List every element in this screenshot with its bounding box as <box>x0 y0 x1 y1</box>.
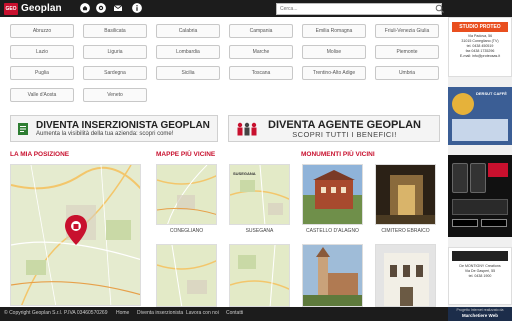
region-button[interactable]: Lombardia <box>156 45 220 59</box>
ad-montigny[interactable]: De MONTIGNY Creations Via De Gasperi, 55… <box>448 247 512 305</box>
monument-thumbnail[interactable] <box>302 164 363 225</box>
logo-text: Geoplan <box>21 3 62 14</box>
footer-link-home[interactable]: Home <box>116 310 129 316</box>
document-icon <box>18 122 28 135</box>
map-caption[interactable]: CONEGLIANO <box>156 227 217 235</box>
monument-thumbnail[interactable] <box>302 244 363 307</box>
region-button[interactable]: Campania <box>229 24 293 38</box>
banner-title: DIVENTA INSERZIONISTA GEOPLAN <box>36 119 210 131</box>
banner-subtitle: Aumenta la visibilità della tua azienda:… <box>36 130 174 137</box>
map-thumbnail[interactable] <box>229 244 290 307</box>
map-thumbnail[interactable] <box>156 164 217 225</box>
map-image <box>157 245 216 306</box>
region-button[interactable]: Emilia Romagna <box>302 24 366 38</box>
logo[interactable]: GEO Geoplan <box>4 2 62 15</box>
banner-subtitle: SCOPRI TUTTI I BENEFICI! <box>292 130 397 139</box>
monument-image <box>376 245 435 306</box>
map-thumbnail[interactable]: SUSEGANA <box>229 164 290 225</box>
region-button[interactable]: Puglia <box>10 66 74 80</box>
footer-link-advertise[interactable]: Diventa inserzionista <box>137 310 183 316</box>
ad-brand: Marchetiere Web <box>462 313 498 318</box>
region-button[interactable]: Liguria <box>83 45 147 59</box>
map-thumbnail[interactable] <box>156 244 217 307</box>
logo-icon: GEO <box>4 2 18 15</box>
app-store-badge[interactable] <box>452 219 478 227</box>
people-icon <box>237 122 257 135</box>
play-store-badge[interactable] <box>481 219 507 227</box>
ad-studio-proteo[interactable]: STUDIO PROTEO Via Padova, 56 31015 Coneg… <box>448 17 512 77</box>
footer-link-contacts[interactable]: Contatti <box>226 310 243 316</box>
advertiser-banner[interactable]: DIVENTA INSERZIONISTA GEOPLAN Aumenta la… <box>10 115 218 142</box>
ad-line: E-mail: info@proteosas.it <box>459 54 501 58</box>
tablet-image <box>452 199 508 215</box>
home-icon[interactable] <box>80 3 90 13</box>
footer: © Copyright Geoplan S.r.l. P.IVA 0346057… <box>0 307 448 321</box>
monument-thumbnail[interactable] <box>375 244 436 307</box>
ad-title: STUDIO PROTEO <box>452 22 508 32</box>
region-button[interactable]: Trentino-Alto Adige <box>302 66 366 80</box>
region-button[interactable]: Valle d'Aosta <box>10 88 74 102</box>
search-icon[interactable] <box>434 3 446 15</box>
region-button[interactable]: Friuli-Venezia Giulia <box>375 24 439 38</box>
section-title-monuments: MONUMENTI PIÙ VICINI <box>301 151 375 158</box>
mail-icon[interactable] <box>113 3 123 13</box>
location-pin-icon <box>65 215 87 245</box>
ads-column: STUDIO PROTEO Via Padova, 56 31015 Coneg… <box>448 17 512 321</box>
agent-banner[interactable]: DIVENTA AGENTE GEOPLAN SCOPRI TUTTI I BE… <box>228 115 440 142</box>
section-title-maps: MAPPE PIÙ VICINE <box>156 151 216 158</box>
phone-image <box>452 163 468 193</box>
region-button[interactable]: Piemonte <box>375 45 439 59</box>
ad-line: tel. 0438 1900 <box>468 274 492 278</box>
ad-logo <box>488 163 508 177</box>
region-button[interactable]: Sicilia <box>156 66 220 80</box>
map-image <box>157 165 216 224</box>
ad-header-image <box>452 251 508 261</box>
region-button[interactable]: Veneto <box>83 88 147 102</box>
settings-icon[interactable] <box>96 3 106 13</box>
ad-app[interactable] <box>448 155 512 237</box>
phone-image <box>470 163 486 193</box>
search-input[interactable] <box>276 3 442 15</box>
ad-logo <box>452 93 474 115</box>
my-position-map[interactable] <box>10 164 141 306</box>
region-button[interactable]: Marche <box>229 45 293 59</box>
copyright-text: © Copyright Geoplan S.r.l. <box>4 310 63 316</box>
map-label: SUSEGANA <box>233 171 256 176</box>
monument-thumbnail[interactable] <box>375 164 436 225</box>
ad-dersut[interactable]: DERSUT CAFFÈ <box>448 87 512 145</box>
region-button[interactable]: Basilicata <box>83 24 147 38</box>
region-button[interactable]: Toscana <box>229 66 293 80</box>
ad-title: DERSUT CAFFÈ <box>476 91 507 96</box>
region-button[interactable]: Abruzzo <box>10 24 74 38</box>
monument-caption[interactable]: CASTELLO D'ALAGNO <box>302 227 363 235</box>
ad-image <box>452 119 508 141</box>
monument-image <box>376 165 435 224</box>
section-title-position: LA MIA POSIZIONE <box>10 151 70 158</box>
top-bar: GEO Geoplan <box>0 0 512 17</box>
monument-image <box>303 165 362 224</box>
ad-web-credit[interactable]: Progetto Internet realizzato da Marcheti… <box>448 307 512 321</box>
map-caption[interactable]: SUSEGANA <box>229 227 290 235</box>
region-button[interactable]: Sardegna <box>83 66 147 80</box>
region-button[interactable]: Umbria <box>375 66 439 80</box>
region-button[interactable]: Calabria <box>156 24 220 38</box>
monument-caption[interactable]: CIMITERO EBRAICO <box>375 227 436 235</box>
region-button[interactable]: Molise <box>302 45 366 59</box>
footer-link-jobs[interactable]: Lavora con noi <box>186 310 219 316</box>
info-icon[interactable] <box>132 3 142 13</box>
map-image <box>230 245 289 306</box>
vat-text: P.IVA 03460570269 <box>64 310 108 316</box>
region-button[interactable]: Lazio <box>10 45 74 59</box>
monument-image <box>303 245 362 306</box>
